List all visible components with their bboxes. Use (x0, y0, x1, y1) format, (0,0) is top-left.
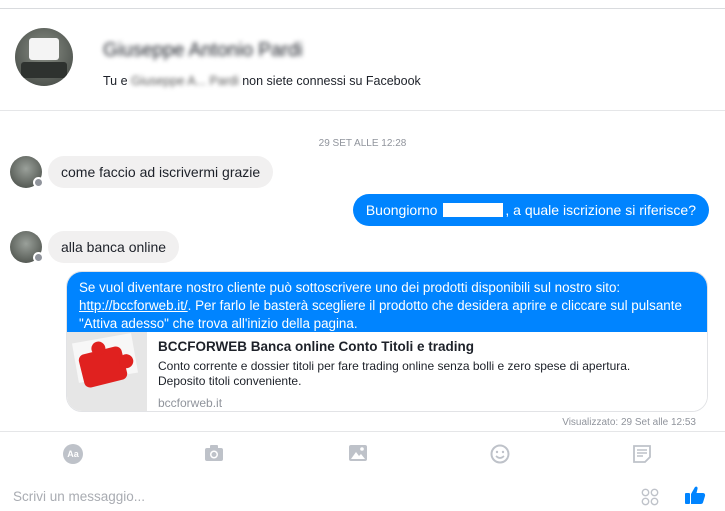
sticker-icon[interactable] (632, 444, 654, 464)
sender-avatar[interactable] (10, 156, 44, 188)
avatar-photo-detail (21, 62, 67, 78)
link-preview[interactable]: BCCFORWEB Banca online Conto Titoli e tr… (67, 332, 707, 411)
redacted-name (443, 203, 504, 217)
image-icon[interactable] (348, 444, 370, 464)
emoji-icon[interactable] (490, 444, 512, 464)
incoming-message[interactable]: alla banca online (48, 231, 180, 263)
preview-description: Conto corrente e dossier titoli per fare… (158, 359, 631, 388)
contact-name[interactable]: Giuseppe Antonio Pardi (103, 40, 303, 62)
presence-dot (33, 177, 44, 188)
text-format-icon[interactable]: Aa (63, 444, 83, 464)
apps-icon[interactable] (641, 488, 659, 506)
card-text-before: Se vuol diventare nostro cliente può sot… (79, 280, 621, 295)
message-timestamp: 29 SET ALLE 12:28 (318, 138, 407, 149)
status-name-redacted: Giuseppe A... Pardi (131, 74, 239, 88)
toolbar-divider (0, 431, 725, 432)
contact-avatar[interactable] (15, 28, 73, 86)
message-input[interactable]: Scrivi un messaggio... (13, 489, 145, 504)
presence-dot (33, 252, 44, 263)
preview-thumbnail (67, 332, 147, 411)
sender-avatar[interactable] (10, 231, 44, 263)
incoming-message[interactable]: come faccio ad iscrivermi grazie (48, 156, 274, 188)
outgoing-link-message[interactable]: Se vuol diventare nostro cliente può sot… (66, 271, 708, 412)
link-message-text: Se vuol diventare nostro cliente può sot… (67, 272, 707, 332)
preview-title: BCCFORWEB Banca online Conto Titoli e tr… (158, 339, 475, 354)
outgoing-message[interactable]: Buongiorno , a quale iscrizione si rifer… (352, 194, 709, 226)
conversation-header: Giuseppe Antonio Pardi Tu e Giuseppe A..… (0, 9, 725, 110)
camera-icon[interactable] (204, 444, 226, 464)
outgoing-text-before: Buongiorno (365, 202, 442, 218)
site-link[interactable]: http://bccforweb.it/ (79, 298, 188, 313)
status-prefix: Tu e (103, 74, 132, 88)
header-divider (0, 110, 725, 111)
preview-domain: bccforweb.it (158, 396, 223, 410)
thumbs-up-icon[interactable] (684, 485, 706, 507)
connection-status: Tu e Giuseppe A... Pardi non siete conne… (103, 74, 421, 88)
status-suffix: non siete connessi su Facebook (238, 74, 421, 88)
seen-receipt: Visualizzato: 29 Set alle 12:53 (562, 417, 696, 428)
outgoing-text-after: , a quale iscrizione si riferisce? (505, 202, 696, 218)
avatar-redaction (29, 38, 59, 60)
